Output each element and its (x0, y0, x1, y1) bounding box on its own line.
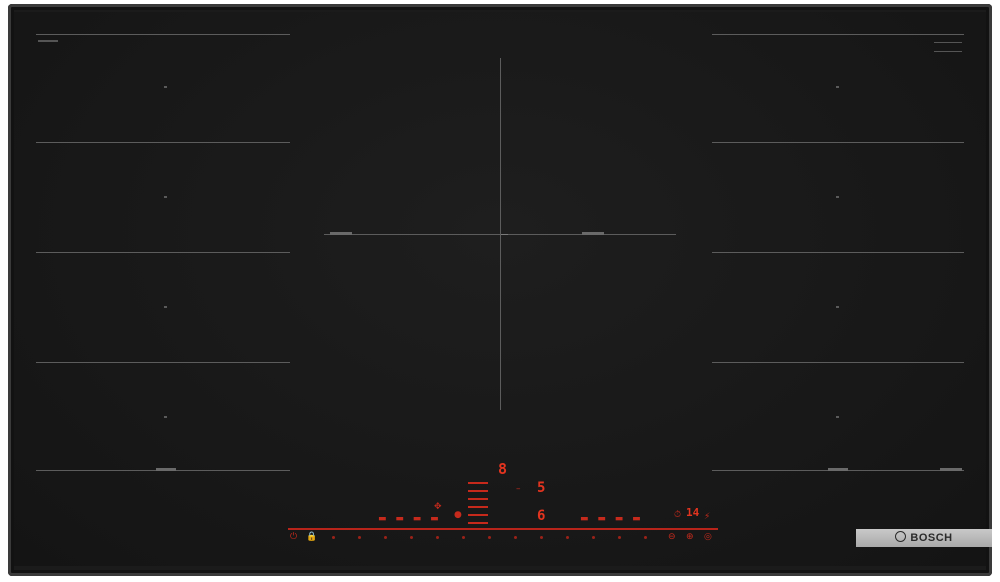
lock-icon[interactable]: 🔒 (306, 532, 317, 542)
right-zone-4-marker (836, 416, 839, 418)
right-function-row[interactable]: ▬ ▬ ▬ ▬ (580, 514, 644, 524)
left-function-row[interactable]: ▬ ▬ ▬ ▬ (378, 514, 442, 524)
bosch-logo-icon (895, 531, 907, 542)
timer-icon[interactable]: ⏱ (674, 510, 681, 520)
zone-level-display-right-top: 5 (537, 480, 546, 496)
power-level-bar-5 (468, 514, 488, 516)
center-left-marker (330, 232, 352, 235)
right-zone-divider-3 (712, 362, 964, 363)
power-level-bar-6 (468, 522, 488, 524)
right-zone-2-marker (836, 196, 839, 198)
zone-level-display-right-bottom: 6 (537, 508, 546, 524)
timer-display: 14 (686, 506, 700, 519)
slider-step-5[interactable] (436, 536, 439, 539)
slider-step-8[interactable] (514, 536, 517, 539)
power-level-bar-2 (468, 490, 488, 492)
slider-step-3[interactable] (384, 536, 387, 539)
ceramic-glass-surface: 8 5 6 – ✥ ● ▬ ▬ ▬ ▬ ▬ ▬ ▬ ▬ ⏱ 14 ⚡ ⏻ 🔒 ⊖… (14, 12, 986, 566)
slider-step-13[interactable] (644, 536, 647, 539)
settings-button[interactable]: ◎ (704, 532, 712, 542)
slider-step-6[interactable] (462, 536, 465, 539)
slider-step-9[interactable] (540, 536, 543, 539)
slider-step-1[interactable] (332, 536, 335, 539)
left-zone-top-edge (36, 34, 290, 35)
brand-name: BOSCH (910, 532, 953, 544)
power-level-bar-4 (468, 506, 488, 508)
power-level-bar-3 (468, 498, 488, 500)
left-zone-divider-3 (36, 362, 290, 363)
power-icon[interactable]: ⏻ (290, 532, 297, 542)
left-zone-2-marker (164, 196, 167, 198)
move-icon[interactable]: ✥ (434, 502, 442, 512)
right-zone-1-marker (836, 86, 839, 88)
boost-icon[interactable]: ⚡ (704, 512, 710, 522)
left-zone-1-marker (164, 86, 167, 88)
right-zone-divider-1 (712, 142, 964, 143)
center-corner (501, 234, 508, 235)
right-zone-divider-2 (712, 252, 964, 253)
center-vertical-bottom (500, 234, 501, 410)
left-zone-4-marker (164, 416, 167, 418)
zone-level-display-left: 8 (498, 460, 508, 478)
slider-step-12[interactable] (618, 536, 621, 539)
left-zone-bottom-mark (156, 468, 176, 471)
slider-step-2[interactable] (358, 536, 361, 539)
left-zone-small-label (38, 40, 58, 42)
plus-button[interactable]: ⊕ (686, 532, 694, 542)
slider-step-11[interactable] (592, 536, 595, 539)
slider-step-10[interactable] (566, 536, 569, 539)
minus-button[interactable]: ⊖ (668, 532, 676, 542)
center-right-marker (582, 232, 604, 235)
slider-step-7[interactable] (488, 536, 491, 539)
right-zone-small-label (934, 42, 962, 52)
center-vertical-top (500, 58, 501, 234)
touch-slider-bar[interactable] (288, 528, 718, 530)
left-zone-divider-2 (36, 252, 290, 253)
left-zone-divider-1 (36, 142, 290, 143)
brand-badge: BOSCH (856, 529, 992, 547)
slider-step-4[interactable] (410, 536, 413, 539)
power-level-bar-1 (468, 482, 488, 484)
right-zone-bottom-mark (828, 468, 848, 471)
pan-icon[interactable]: ● (454, 510, 462, 520)
right-zone-3-marker (836, 306, 839, 308)
minus-indicator: – (516, 484, 521, 494)
left-zone-3-marker (164, 306, 167, 308)
right-zone-top-edge (712, 34, 964, 35)
right-zone-bottom-mark-2 (940, 468, 962, 471)
